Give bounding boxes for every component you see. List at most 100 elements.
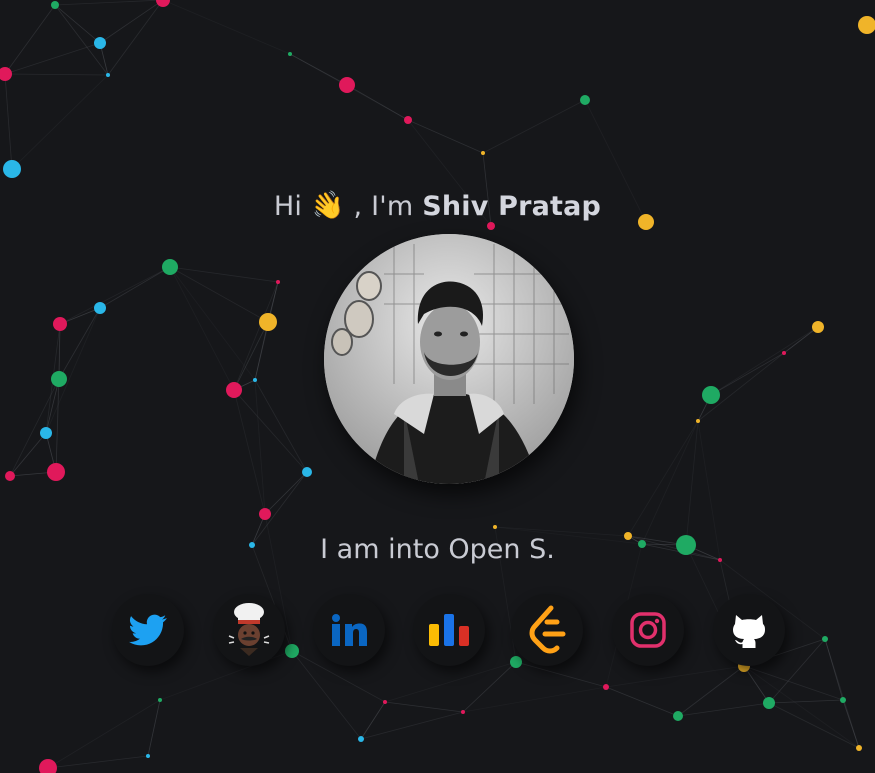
network-node xyxy=(493,525,497,529)
network-node xyxy=(39,759,57,773)
network-node xyxy=(510,656,522,668)
network-line xyxy=(264,471,308,515)
network-line xyxy=(9,432,47,477)
network-line xyxy=(11,74,109,170)
codechef-link[interactable] xyxy=(213,594,285,666)
network-node xyxy=(94,37,106,49)
network-node xyxy=(822,636,828,642)
network-line xyxy=(4,4,56,75)
network-node xyxy=(673,711,683,721)
network-node xyxy=(253,378,257,382)
hero-section: Hi 👋 , I'm Shiv Pratap I am into Open S. xyxy=(0,0,875,773)
person-name: Shiv Pratap xyxy=(422,191,602,222)
github-link[interactable] xyxy=(713,594,785,666)
network-line xyxy=(47,699,161,769)
network-line xyxy=(4,42,101,75)
network-node xyxy=(226,382,242,398)
profile-photo-icon xyxy=(324,234,574,484)
greeting-prefix: Hi xyxy=(273,191,303,222)
network-node xyxy=(158,698,162,702)
network-line xyxy=(4,73,13,170)
network-line xyxy=(169,266,256,381)
network-line xyxy=(743,665,770,704)
network-line xyxy=(107,0,164,76)
network-node xyxy=(276,280,280,284)
network-line xyxy=(743,665,860,749)
greeting-middle: , I'm xyxy=(353,191,414,222)
network-node xyxy=(47,463,65,481)
network-node xyxy=(259,508,271,520)
network-node xyxy=(603,684,609,690)
network-line xyxy=(783,326,819,354)
avatar xyxy=(324,234,574,484)
network-node xyxy=(5,471,15,481)
network-node xyxy=(383,700,387,704)
network-node xyxy=(858,16,875,34)
network-line xyxy=(515,661,607,688)
network-node xyxy=(94,302,106,314)
bar-chart-icon xyxy=(429,614,469,646)
network-node xyxy=(763,697,775,709)
network-line xyxy=(605,665,745,688)
network-line xyxy=(627,420,699,537)
network-line xyxy=(743,665,844,701)
network-node xyxy=(302,467,312,477)
leetcode-icon xyxy=(529,605,566,654)
network-line xyxy=(99,266,171,309)
network-line xyxy=(58,307,101,380)
network-node xyxy=(782,351,786,355)
network-line xyxy=(384,701,464,713)
network-line xyxy=(685,420,699,546)
twitter-link[interactable] xyxy=(112,594,184,666)
network-node xyxy=(856,745,862,751)
network-line xyxy=(710,352,785,396)
network-line xyxy=(384,661,517,703)
network-line xyxy=(768,702,860,749)
network-node xyxy=(487,222,495,230)
network-node xyxy=(358,736,364,742)
network-line xyxy=(462,686,607,713)
network-line xyxy=(59,266,171,325)
network-line xyxy=(55,378,60,473)
network-line xyxy=(147,699,161,757)
network-line xyxy=(605,686,679,717)
network-line xyxy=(169,266,279,283)
stats-link[interactable] xyxy=(413,594,485,666)
network-line xyxy=(9,378,60,477)
network-line xyxy=(710,326,819,396)
network-node xyxy=(51,1,59,9)
network-node xyxy=(580,95,590,105)
network-node xyxy=(40,427,52,439)
network-line xyxy=(407,119,484,154)
instagram-link[interactable] xyxy=(612,594,684,666)
network-line xyxy=(677,665,745,717)
network-node xyxy=(3,160,21,178)
network-node xyxy=(259,313,277,331)
network-line xyxy=(233,321,269,391)
network-node xyxy=(162,259,178,275)
network-line xyxy=(99,0,164,44)
network-line xyxy=(641,420,699,545)
network-line xyxy=(346,84,409,121)
network-node xyxy=(53,317,67,331)
network-node xyxy=(481,151,485,155)
network-node xyxy=(702,386,720,404)
twitter-bird-icon xyxy=(129,614,167,646)
network-node xyxy=(404,116,412,124)
network-line xyxy=(162,0,291,55)
network-node xyxy=(146,754,150,758)
network-node xyxy=(51,371,67,387)
linkedin-link[interactable] xyxy=(313,594,385,666)
chef-icon xyxy=(228,603,270,656)
instagram-icon xyxy=(630,612,666,648)
network-node xyxy=(696,419,700,423)
network-node xyxy=(285,644,299,658)
network-line xyxy=(768,699,844,704)
leetcode-link[interactable] xyxy=(511,594,583,666)
typed-tagline: I am into Open S. xyxy=(320,534,555,565)
network-node xyxy=(156,0,170,7)
network-node xyxy=(106,73,110,77)
network-node xyxy=(339,77,355,93)
github-icon xyxy=(733,615,765,648)
network-line xyxy=(47,755,149,769)
